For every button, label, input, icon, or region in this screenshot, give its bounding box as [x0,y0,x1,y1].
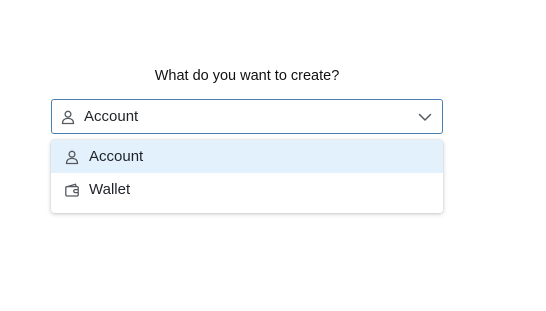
create-question-label: What do you want to create? [154,68,340,84]
chevron-down-icon[interactable] [417,109,433,125]
option-account[interactable]: Account [51,140,443,173]
option-label: Wallet [89,181,131,198]
person-icon [60,109,76,125]
person-icon [64,149,80,165]
create-type-select[interactable]: Account [51,99,443,134]
option-wallet[interactable]: Wallet [51,173,443,206]
option-label: Account [89,148,144,165]
dropdown-menu: Account Wallet [51,140,443,213]
wallet-icon [64,182,80,198]
selected-value: Account [84,108,139,125]
